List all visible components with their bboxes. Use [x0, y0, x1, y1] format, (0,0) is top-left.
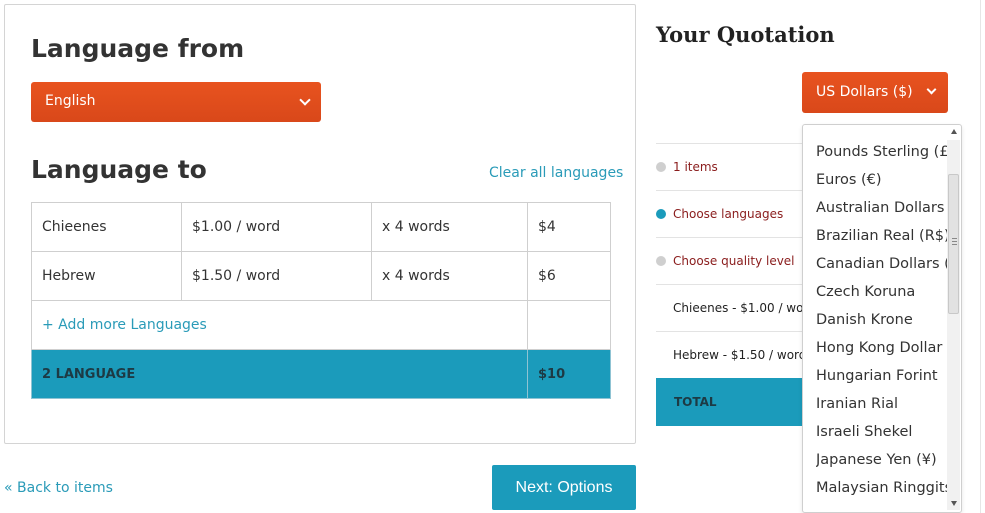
step-label: 1 items — [673, 160, 718, 174]
currency-option[interactable]: Hong Kong Dollar ($) — [816, 340, 948, 356]
currency-dropdown-list[interactable]: Pounds Sterling (£) Euros (€) Australian… — [802, 124, 962, 513]
step-label: Choose quality level — [673, 254, 795, 268]
step-label: Choose languages — [673, 207, 784, 221]
scrollbar-thumb[interactable] — [948, 174, 959, 314]
empty-cell — [527, 300, 611, 350]
currency-select[interactable]: US Dollars ($) — [802, 72, 948, 113]
quote-total-label: TOTAL — [674, 395, 717, 409]
grip-icon — [952, 238, 957, 245]
quotation-title: Your Quotation — [656, 22, 835, 47]
currency-option[interactable]: Australian Dollars ($) — [816, 200, 948, 216]
language-panel: Language from English Language to Clear … — [4, 4, 636, 444]
language-from-select[interactable]: English — [31, 82, 321, 122]
currency-value: US Dollars ($) — [816, 84, 913, 100]
step-dot-icon — [656, 162, 666, 172]
table-row: Hebrew $1.50 / word x 4 words $6 — [31, 251, 611, 301]
step-items: 1 items — [656, 160, 718, 174]
page-edge-divider — [980, 0, 981, 513]
divider — [656, 190, 806, 191]
rate-cell: $1.50 / word — [181, 251, 372, 301]
chevron-down-icon — [299, 94, 311, 106]
clear-languages-link[interactable]: Clear all languages — [489, 165, 623, 181]
currency-option[interactable]: Brazilian Real (R$) — [816, 228, 948, 244]
currency-option[interactable]: Hungarian Forint — [816, 368, 948, 384]
quote-total: TOTAL — [656, 378, 806, 426]
currency-option[interactable]: Danish Krone — [816, 312, 948, 328]
step-quality: Choose quality level — [656, 254, 795, 268]
words-cell: x 4 words — [371, 202, 528, 252]
step-dot-icon — [656, 256, 666, 266]
chevron-down-icon — [926, 84, 937, 95]
price-cell: $4 — [527, 202, 611, 252]
scroll-down-arrow-icon[interactable] — [951, 501, 957, 506]
table-row: Chieenes $1.00 / word x 4 words $4 — [31, 202, 611, 252]
language-from-value: English — [45, 93, 96, 109]
quote-line-item: Chieenes - $1.00 / word — [673, 301, 816, 315]
currency-option[interactable]: Malaysian Ringgits — [816, 480, 948, 496]
currency-option[interactable]: Canadian Dollars ($) — [816, 256, 948, 272]
total-label: 2 LANGUAGE — [31, 349, 528, 399]
step-languages: Choose languages — [656, 207, 783, 221]
price-cell: $6 — [527, 251, 611, 301]
language-cell: Hebrew — [31, 251, 182, 301]
language-cell: Chieenes — [31, 202, 182, 252]
currency-option[interactable]: Pounds Sterling (£) — [816, 144, 948, 160]
words-cell: x 4 words — [371, 251, 528, 301]
quote-line-item: Hebrew - $1.50 / word — [673, 348, 807, 362]
language-to-heading: Language to — [31, 155, 207, 184]
dropdown-scrollbar[interactable] — [947, 140, 960, 510]
total-row: 2 LANGUAGE $10 — [31, 349, 611, 399]
currency-option[interactable]: Euros (€) — [816, 172, 948, 188]
divider — [656, 284, 806, 285]
currency-option[interactable]: Iranian Rial — [816, 396, 948, 412]
currency-option[interactable]: Israeli Shekel — [816, 424, 948, 440]
currency-option[interactable]: Japanese Yen (¥) — [816, 452, 948, 468]
step-dot-active-icon — [656, 209, 666, 219]
back-to-items-link[interactable]: « Back to items — [4, 480, 113, 496]
total-price: $10 — [527, 349, 611, 399]
divider — [656, 237, 806, 238]
divider — [656, 331, 806, 332]
add-more-row: + Add more Languages — [31, 300, 611, 350]
add-more-languages-link[interactable]: + Add more Languages — [31, 300, 528, 350]
rate-cell: $1.00 / word — [181, 202, 372, 252]
language-from-heading: Language from — [31, 34, 245, 63]
currency-option[interactable]: Czech Koruna — [816, 284, 948, 300]
language-table: Chieenes $1.00 / word x 4 words $4 Hebre… — [31, 202, 611, 399]
scroll-up-arrow-icon[interactable] — [951, 129, 957, 134]
next-options-button[interactable]: Next: Options — [492, 465, 636, 510]
divider — [656, 143, 806, 144]
